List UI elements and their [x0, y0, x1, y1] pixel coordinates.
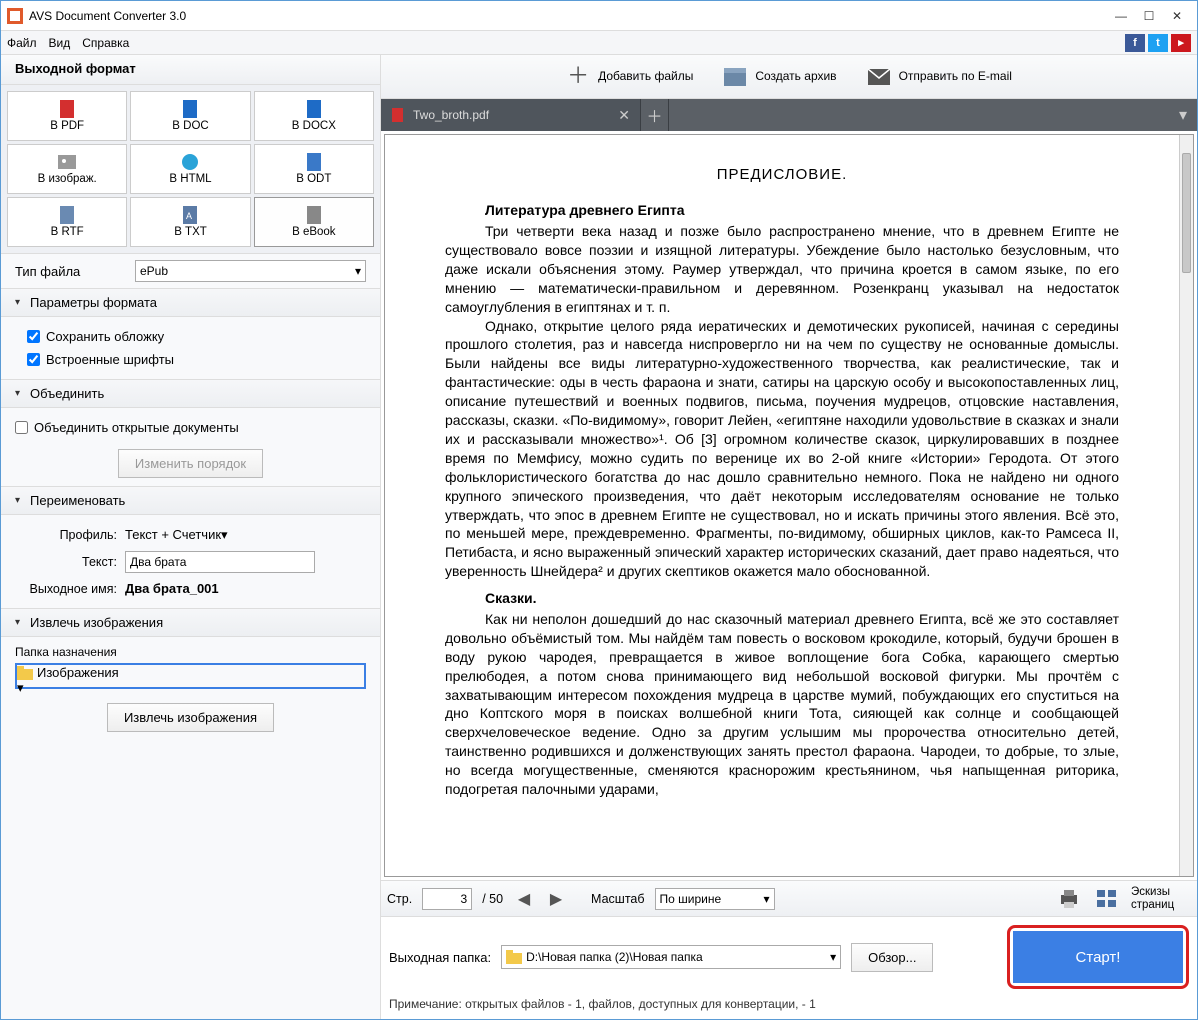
doc-para-3: Как ни неполон дошедший до нас сказочный… [445, 610, 1119, 799]
thumbnails-label[interactable]: Эскизы страниц [1131, 886, 1191, 910]
window-title: AVS Document Converter 3.0 [29, 9, 1107, 23]
document-tab[interactable]: Two_broth.pdf ✕ [381, 99, 641, 131]
tab-menu-button[interactable]: ▾ [1169, 99, 1197, 131]
format-odt[interactable]: В ODT [254, 144, 374, 194]
profile-label: Профиль: [15, 528, 125, 542]
tab-close-icon[interactable]: ✕ [618, 107, 630, 124]
menu-view[interactable]: Вид [49, 36, 71, 50]
menu-file[interactable]: Файл [7, 36, 37, 50]
file-type-label: Тип файла [15, 264, 135, 279]
format-grid: В PDF В DOC В DOCX В изображ. В HTML В O… [1, 85, 380, 254]
twitter-icon[interactable]: t [1148, 34, 1168, 52]
create-archive-button[interactable]: Создать архив [723, 65, 836, 89]
checkbox-merge-docs[interactable] [15, 421, 28, 434]
reorder-button: Изменить порядок [118, 449, 263, 478]
plus-icon: ＋ [566, 65, 590, 89]
vertical-scrollbar[interactable] [1179, 135, 1193, 876]
close-button[interactable]: ✕ [1163, 6, 1191, 26]
menubar: Файл Вид Справка f t ▸ [1, 31, 1197, 55]
text-input[interactable] [125, 551, 315, 573]
doc-para-2: Однако, открытие целого ряда иератически… [445, 317, 1119, 581]
thumbnails-icon[interactable] [1093, 887, 1121, 911]
format-rtf[interactable]: В RTF [7, 197, 127, 247]
output-name-value: Два брата_001 [125, 581, 219, 596]
zoom-select[interactable]: По ширине▾ [655, 888, 775, 910]
format-ebook[interactable]: В eBook [254, 197, 374, 247]
add-tab-button[interactable]: ＋ [641, 99, 669, 131]
output-folder-select[interactable]: D:\Новая папка (2)\Новая папка▾ [501, 945, 841, 969]
titlebar: AVS Document Converter 3.0 — ☐ ✕ [1, 1, 1197, 31]
format-doc[interactable]: В DOC [130, 91, 250, 141]
folder-icon [17, 666, 33, 680]
top-actions-bar: ＋Добавить файлы Создать архив Отправить … [381, 55, 1197, 99]
section-extract-images[interactable]: Извлечь изображения [1, 608, 380, 637]
page-number-input[interactable] [422, 888, 472, 910]
checkbox-embed-fonts[interactable] [27, 353, 40, 366]
section-rename[interactable]: Переименовать [1, 486, 380, 515]
output-folder-label: Выходная папка: [389, 950, 491, 965]
doc-para-1: Три четверти века назад и позже было рас… [445, 222, 1119, 316]
document-preview: ПРЕДИСЛОВИЕ. Литература древнего Египта … [384, 134, 1194, 877]
checkbox-save-cover[interactable] [27, 330, 40, 343]
doc-subheading-2: Сказки. [445, 589, 1119, 608]
sidebar: Выходной формат В PDF В DOC В DOCX В изо… [1, 55, 381, 1019]
send-email-button[interactable]: Отправить по E-mail [867, 65, 1012, 89]
footer: Выходная папка: D:\Новая папка (2)\Новая… [381, 916, 1197, 1019]
page-toolbar: Стр. / 50 ◀ ▶ Масштаб По ширине▾ Эскизы … [381, 880, 1197, 916]
archive-icon [723, 65, 747, 89]
text-label: Текст: [15, 555, 125, 569]
format-txt[interactable]: AВ TXT [130, 197, 250, 247]
print-icon[interactable] [1055, 887, 1083, 911]
minimize-button[interactable]: — [1107, 6, 1135, 26]
format-image[interactable]: В изображ. [7, 144, 127, 194]
dest-folder-label: Папка назначения [15, 645, 366, 659]
format-pdf[interactable]: В PDF [7, 91, 127, 141]
content-area: ＋Добавить файлы Создать архив Отправить … [381, 55, 1197, 1019]
extract-images-button[interactable]: Извлечь изображения [107, 703, 274, 732]
doc-subheading-1: Литература древнего Египта [445, 201, 1119, 220]
start-button[interactable]: Старт! [1013, 931, 1183, 983]
maximize-button[interactable]: ☐ [1135, 6, 1163, 26]
zoom-label: Масштаб [591, 892, 644, 906]
section-merge[interactable]: Объединить [1, 379, 380, 408]
tabs-bar: Two_broth.pdf ✕ ＋ ▾ [381, 99, 1197, 131]
document-page: ПРЕДИСЛОВИЕ. Литература древнего Египта … [385, 135, 1179, 876]
menu-help[interactable]: Справка [82, 36, 129, 50]
profile-select[interactable]: Текст + Счетчик▾ [125, 527, 315, 543]
prev-page-button[interactable]: ◀ [513, 888, 535, 910]
doc-heading: ПРЕДИСЛОВИЕ. [445, 165, 1119, 185]
pdf-icon [391, 108, 405, 122]
folder-icon [506, 950, 522, 964]
section-format-params[interactable]: Параметры формата [1, 288, 380, 317]
start-highlight: Старт! [1007, 925, 1189, 989]
footer-note: Примечание: открытых файлов - 1, файлов,… [389, 997, 1189, 1011]
tab-label: Two_broth.pdf [413, 108, 489, 122]
svg-text:A: A [186, 211, 192, 221]
format-docx[interactable]: В DOCX [254, 91, 374, 141]
add-files-button[interactable]: ＋Добавить файлы [566, 65, 693, 89]
scroll-thumb[interactable] [1182, 153, 1191, 273]
next-page-button[interactable]: ▶ [545, 888, 567, 910]
app-icon [7, 8, 23, 24]
sidebar-header: Выходной формат [1, 55, 380, 85]
youtube-icon[interactable]: ▸ [1171, 34, 1191, 52]
format-html[interactable]: В HTML [130, 144, 250, 194]
output-name-label: Выходное имя: [15, 582, 125, 596]
browse-button[interactable]: Обзор... [851, 943, 933, 972]
page-label: Стр. [387, 892, 412, 906]
mail-icon [867, 65, 891, 89]
facebook-icon[interactable]: f [1125, 34, 1145, 52]
page-total: / 50 [482, 892, 503, 906]
dest-folder-select[interactable]: Изображения▾ [15, 663, 366, 689]
file-type-select[interactable]: ePub▾ [135, 260, 366, 282]
